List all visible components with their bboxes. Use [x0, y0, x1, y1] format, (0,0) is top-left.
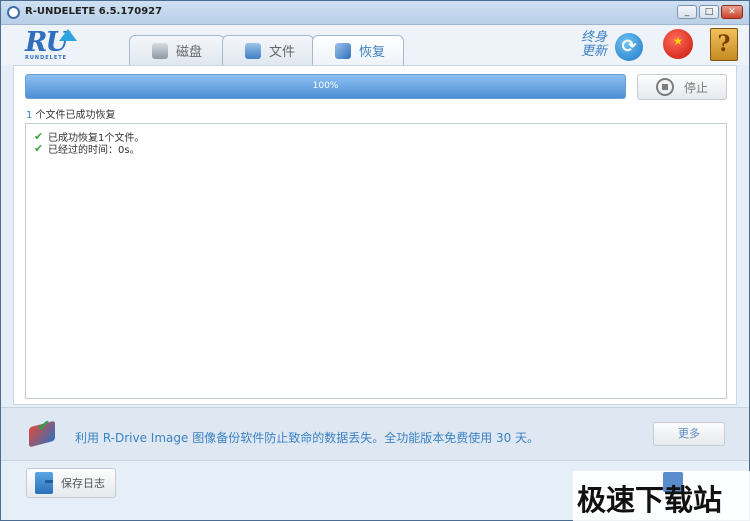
- log-panel[interactable]: ✔ 已成功恢复1个文件。 ✔ 已经过的时间：0s。: [25, 123, 727, 399]
- window-title: R-UNDELETE 6.5.170927: [25, 6, 163, 17]
- promo-text[interactable]: 利用 R-Drive Image 图像备份软件防止致命的数据丢失。全功能版本免费…: [75, 429, 539, 446]
- app-logo: RU RUNDELETE: [23, 27, 85, 61]
- update-link[interactable]: 终身更新 ⟳: [581, 30, 643, 61]
- tab-files[interactable]: 文件: [222, 35, 314, 65]
- save-log-button[interactable]: 保存日志: [26, 468, 116, 498]
- app-window: R-UNDELETE 6.5.170927 _ □ ✕ RU RUNDELETE…: [0, 0, 750, 521]
- stop-button[interactable]: 停止: [637, 74, 727, 100]
- header: RU RUNDELETE 磁盘 文件 恢复 终身更新 ⟳ ★ ?: [1, 25, 749, 65]
- progress-bar: 100%: [25, 74, 626, 99]
- maximize-button[interactable]: □: [699, 5, 719, 19]
- watermark-text: 极速下载站: [577, 483, 723, 517]
- close-button[interactable]: ✕: [721, 5, 743, 19]
- promo-banner: ✔ 利用 R-Drive Image 图像备份软件防止致命的数据丢失。全功能版本…: [1, 407, 749, 461]
- file-icon: [245, 42, 261, 59]
- stop-label: 停止: [684, 80, 709, 95]
- help-icon[interactable]: ?: [710, 28, 738, 61]
- log-text: 已经过的时间：0s。: [48, 144, 140, 156]
- update-text: 终身更新: [581, 30, 608, 59]
- r-drive-image-icon: ✔: [27, 416, 59, 448]
- tab-files-label: 文件: [269, 45, 296, 60]
- refresh-icon[interactable]: ⟳: [615, 33, 643, 61]
- disk-icon: [152, 42, 168, 59]
- app-icon: [7, 6, 20, 19]
- watermark: 极速下载站: [573, 471, 750, 521]
- more-button[interactable]: 更多: [653, 422, 725, 446]
- tab-disk-label: 磁盘: [176, 45, 203, 60]
- tab-recovery-label: 恢复: [359, 45, 386, 60]
- summary-text: 个文件已成功恢复: [32, 110, 116, 121]
- window-controls: _ □ ✕: [677, 5, 743, 19]
- progress-label: 100%: [312, 81, 339, 91]
- tab-disk[interactable]: 磁盘: [129, 35, 225, 65]
- save-log-label: 保存日志: [61, 477, 105, 490]
- recovery-summary: 1 个文件已成功恢复: [26, 106, 116, 121]
- check-icon: ✔: [34, 141, 44, 155]
- logo-arrow-icon: [59, 29, 77, 41]
- recovery-icon: [335, 42, 351, 59]
- logo-subtitle: RUNDELETE: [25, 55, 68, 61]
- title-bar[interactable]: R-UNDELETE 6.5.170927 _ □ ✕: [1, 1, 749, 25]
- tab-recovery[interactable]: 恢复: [312, 35, 404, 65]
- stop-icon: [656, 78, 674, 96]
- r-drive-image-icon-arrow: ✔: [37, 416, 51, 435]
- log-line: ✔ 已经过的时间：0s。: [34, 141, 718, 156]
- minimize-button[interactable]: _: [677, 5, 697, 19]
- china-flag-icon[interactable]: ★: [663, 29, 693, 59]
- exit-door-icon: [35, 472, 53, 494]
